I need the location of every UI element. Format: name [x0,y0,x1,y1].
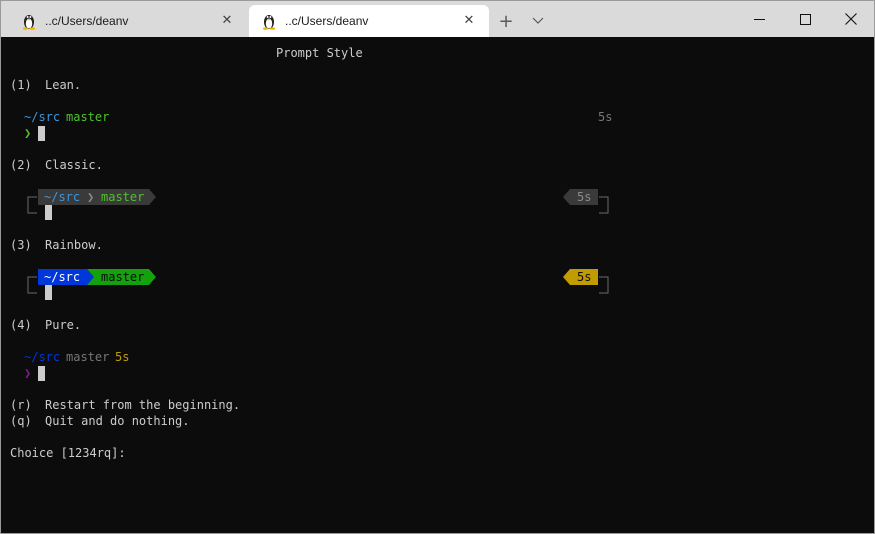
option-name: Classic. [45,158,103,172]
lean-branch: master [66,110,110,124]
pure-dir: ~/src [24,350,61,364]
tab-title: ..c/Users/deanv [285,14,369,28]
rainbow-branch: master [101,270,145,284]
new-tab-button[interactable]: + [495,10,517,32]
cursor [45,285,52,300]
classic-dir: ~/src [44,190,81,204]
terminal-window: ..c/Users/deanv ✕ ..c/Users/deanv ✕ + Pr… [0,0,875,534]
option-number: (2) [10,158,32,172]
action-text: Quit and do nothing. [45,414,190,428]
pure-duration: 5s [115,350,130,364]
lean-duration: 5s [598,110,613,124]
pure-branch: master [66,350,110,364]
close-icon[interactable] [828,1,874,37]
lean-prompt-char: ❯ [24,126,32,140]
classic-separator: ❯ [87,190,95,204]
title-bar: ..c/Users/deanv ✕ ..c/Users/deanv ✕ + [1,1,874,37]
close-tab-icon[interactable]: ✕ [459,10,479,30]
cursor [38,126,45,141]
classic-duration: 5s [577,190,592,204]
choice-prompt: Choice [1234rq]: [10,446,126,460]
tab-1[interactable]: ..c/Users/deanv ✕ [9,5,247,37]
close-tab-icon[interactable]: ✕ [217,10,237,30]
tux-icon [262,15,276,30]
tab-2[interactable]: ..c/Users/deanv ✕ [249,5,489,37]
option-number: (4) [10,318,32,332]
tux-icon [22,15,36,30]
tab-title: ..c/Users/deanv [45,14,129,28]
maximize-icon[interactable] [782,1,828,37]
option-name: Rainbow. [45,238,103,252]
cursor [45,205,52,220]
classic-branch: master [101,190,145,204]
option-number: (3) [10,238,32,252]
heading: Prompt Style [276,46,363,60]
rainbow-dir: ~/src [44,270,81,284]
rainbow-duration: 5s [577,270,592,284]
action-key: (q) [10,414,32,428]
terminal-output[interactable]: Prompt Style (1) Lean. ~/src master 5s ❯… [1,37,874,533]
action-key: (r) [10,398,32,412]
action-text: Restart from the beginning. [45,398,241,412]
lean-dir: ~/src [24,110,61,124]
option-name: Lean. [45,78,82,92]
cursor [38,366,45,381]
minimize-icon[interactable] [736,1,782,37]
pure-prompt-char: ❯ [24,366,32,380]
option-number: (1) [10,78,32,92]
option-name: Pure. [45,318,82,332]
chevron-down-icon[interactable] [527,10,549,32]
